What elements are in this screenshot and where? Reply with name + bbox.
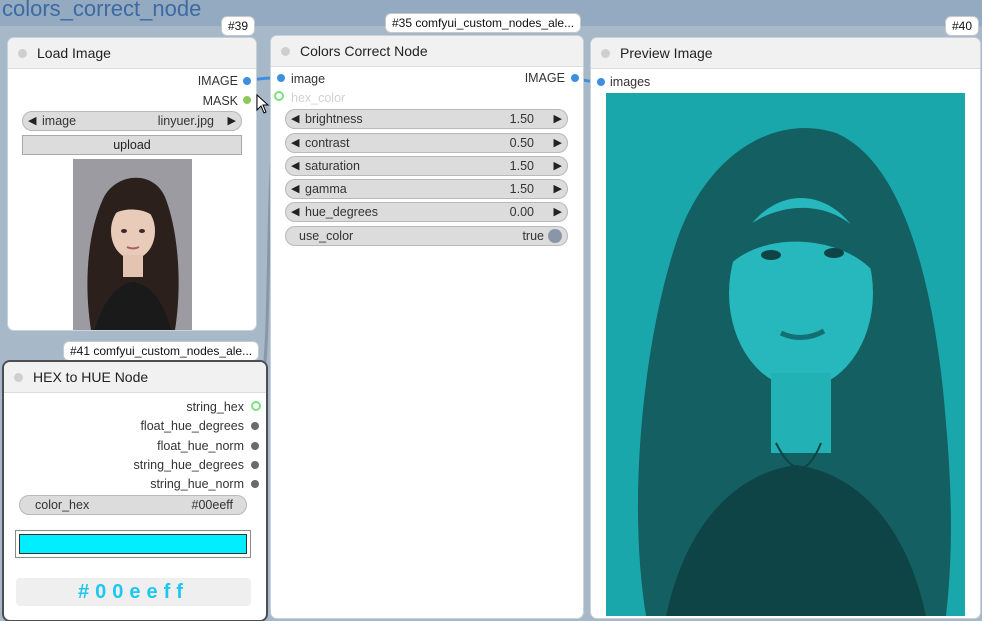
collapse-dot-icon[interactable] [14,372,23,382]
load-image-node[interactable]: Load Image IMAGE MASK ◀ image linyuer.jp… [8,38,256,330]
node-header[interactable]: HEX to HUE Node [4,362,266,393]
toggle-knob-icon[interactable] [548,229,562,243]
output-string-hue-norm-label: string_hue_norm [150,477,244,491]
left-arrow-icon[interactable]: ◀ [291,112,299,125]
output-string-hex-label: string_hex [186,400,244,414]
widget-value: linyuer.jpg [157,114,214,128]
node-id-badge: #41 comfyui_custom_nodes_ale... [64,342,259,360]
widget-value: 0.50 [509,136,534,150]
right-arrow-icon[interactable]: ▶ [554,182,562,195]
widget-value: #00eeff [191,498,233,512]
hue-degrees-slider[interactable]: ◀ hue_degrees 0.00 ▶ [285,202,568,222]
widget-value: true [522,229,544,243]
widget-label: brightness [305,112,363,126]
saturation-slider[interactable]: ◀ saturation 1.50 ▶ [285,156,568,176]
input-images-label: images [610,75,651,89]
node-header[interactable]: Colors Correct Node [271,36,583,67]
right-arrow-icon[interactable]: ▶ [554,159,562,172]
left-arrow-icon[interactable]: ◀ [291,136,299,149]
collapse-dot-icon[interactable] [601,48,610,58]
widget-label: hue_degrees [305,205,378,219]
right-arrow-icon[interactable]: ▶ [554,136,562,149]
widget-label: color_hex [35,498,90,512]
color-hex-field[interactable]: color_hex #00eeff [19,495,247,515]
output-image-port[interactable] [571,74,579,82]
color-swatch-frame[interactable] [15,530,251,558]
output-string-hue-norm-port[interactable] [251,480,259,488]
output-float-hue-degrees-port[interactable] [251,422,259,430]
widget-value: 1.50 [509,112,534,126]
input-image-label: image [291,72,326,86]
upload-button[interactable]: upload [22,135,242,155]
hex-display: #00eeff [16,578,251,606]
right-arrow-icon[interactable]: ▶ [228,114,236,127]
node-id-badge: #40 [946,17,979,35]
mouse-cursor-icon [256,94,270,114]
color-swatch [20,535,246,553]
left-arrow-icon[interactable]: ◀ [28,114,36,127]
widget-label: image [42,114,77,128]
node-header[interactable]: Load Image [8,38,256,69]
preview-image-node[interactable]: Preview Image images [591,38,980,618]
node-title: Load Image [37,45,111,61]
output-image-label: IMAGE [197,74,238,88]
widget-label: contrast [305,136,350,150]
widget-value: 1.50 [509,159,534,173]
node-id-badge: #35 comfyui_custom_nodes_ale... [386,14,581,32]
output-string-hue-degrees-port[interactable] [251,461,259,469]
hex-to-hue-node[interactable]: HEX to HUE Node string_hex float_hue_deg… [4,362,266,620]
left-arrow-icon[interactable]: ◀ [291,159,299,172]
use-color-toggle[interactable]: use_color true [285,226,568,246]
left-arrow-icon[interactable]: ◀ [291,182,299,195]
collapse-dot-icon[interactable] [18,48,27,58]
brightness-slider[interactable]: ◀ brightness 1.50 ▶ [285,109,568,129]
output-image-port[interactable] [243,77,251,85]
node-title: HEX to HUE Node [33,369,149,385]
widget-label: gamma [305,182,347,196]
output-mask-port[interactable] [243,96,251,104]
gamma-slider[interactable]: ◀ gamma 1.50 ▶ [285,179,568,199]
widget-value: 1.50 [509,182,534,196]
output-image-label: IMAGE [524,71,565,85]
output-string-hue-degrees-label: string_hue_degrees [133,458,245,472]
widget-label: use_color [299,229,354,243]
input-hex-color-label: hex_color [291,91,346,105]
contrast-slider[interactable]: ◀ contrast 0.50 ▶ [285,133,568,153]
preview-image [606,93,965,616]
node-id-badge: #39 [222,17,255,35]
widget-label: saturation [305,159,360,173]
right-arrow-icon[interactable]: ▶ [554,112,562,125]
output-string-hex-port[interactable] [253,403,259,409]
image-combo[interactable]: ◀ image linyuer.jpg ▶ [22,111,242,131]
colors-correct-node[interactable]: Colors Correct Node image hex_color IMAG… [271,36,583,618]
input-images-port[interactable] [597,78,605,86]
output-float-hue-degrees-label: float_hue_degrees [140,419,244,433]
widget-value: 0.00 [509,205,534,219]
output-float-hue-norm-label: float_hue_norm [157,439,244,453]
node-title: Colors Correct Node [300,43,428,59]
collapse-dot-icon[interactable] [281,46,290,56]
node-title: Preview Image [620,45,713,61]
input-hex-color-port[interactable] [276,93,282,99]
right-arrow-icon[interactable]: ▶ [554,205,562,218]
output-float-hue-norm-port[interactable] [251,442,259,450]
node-header[interactable]: Preview Image [591,38,980,69]
image-thumbnail [73,159,192,330]
left-arrow-icon[interactable]: ◀ [291,205,299,218]
output-mask-label: MASK [202,94,238,108]
input-image-port[interactable] [277,74,285,82]
